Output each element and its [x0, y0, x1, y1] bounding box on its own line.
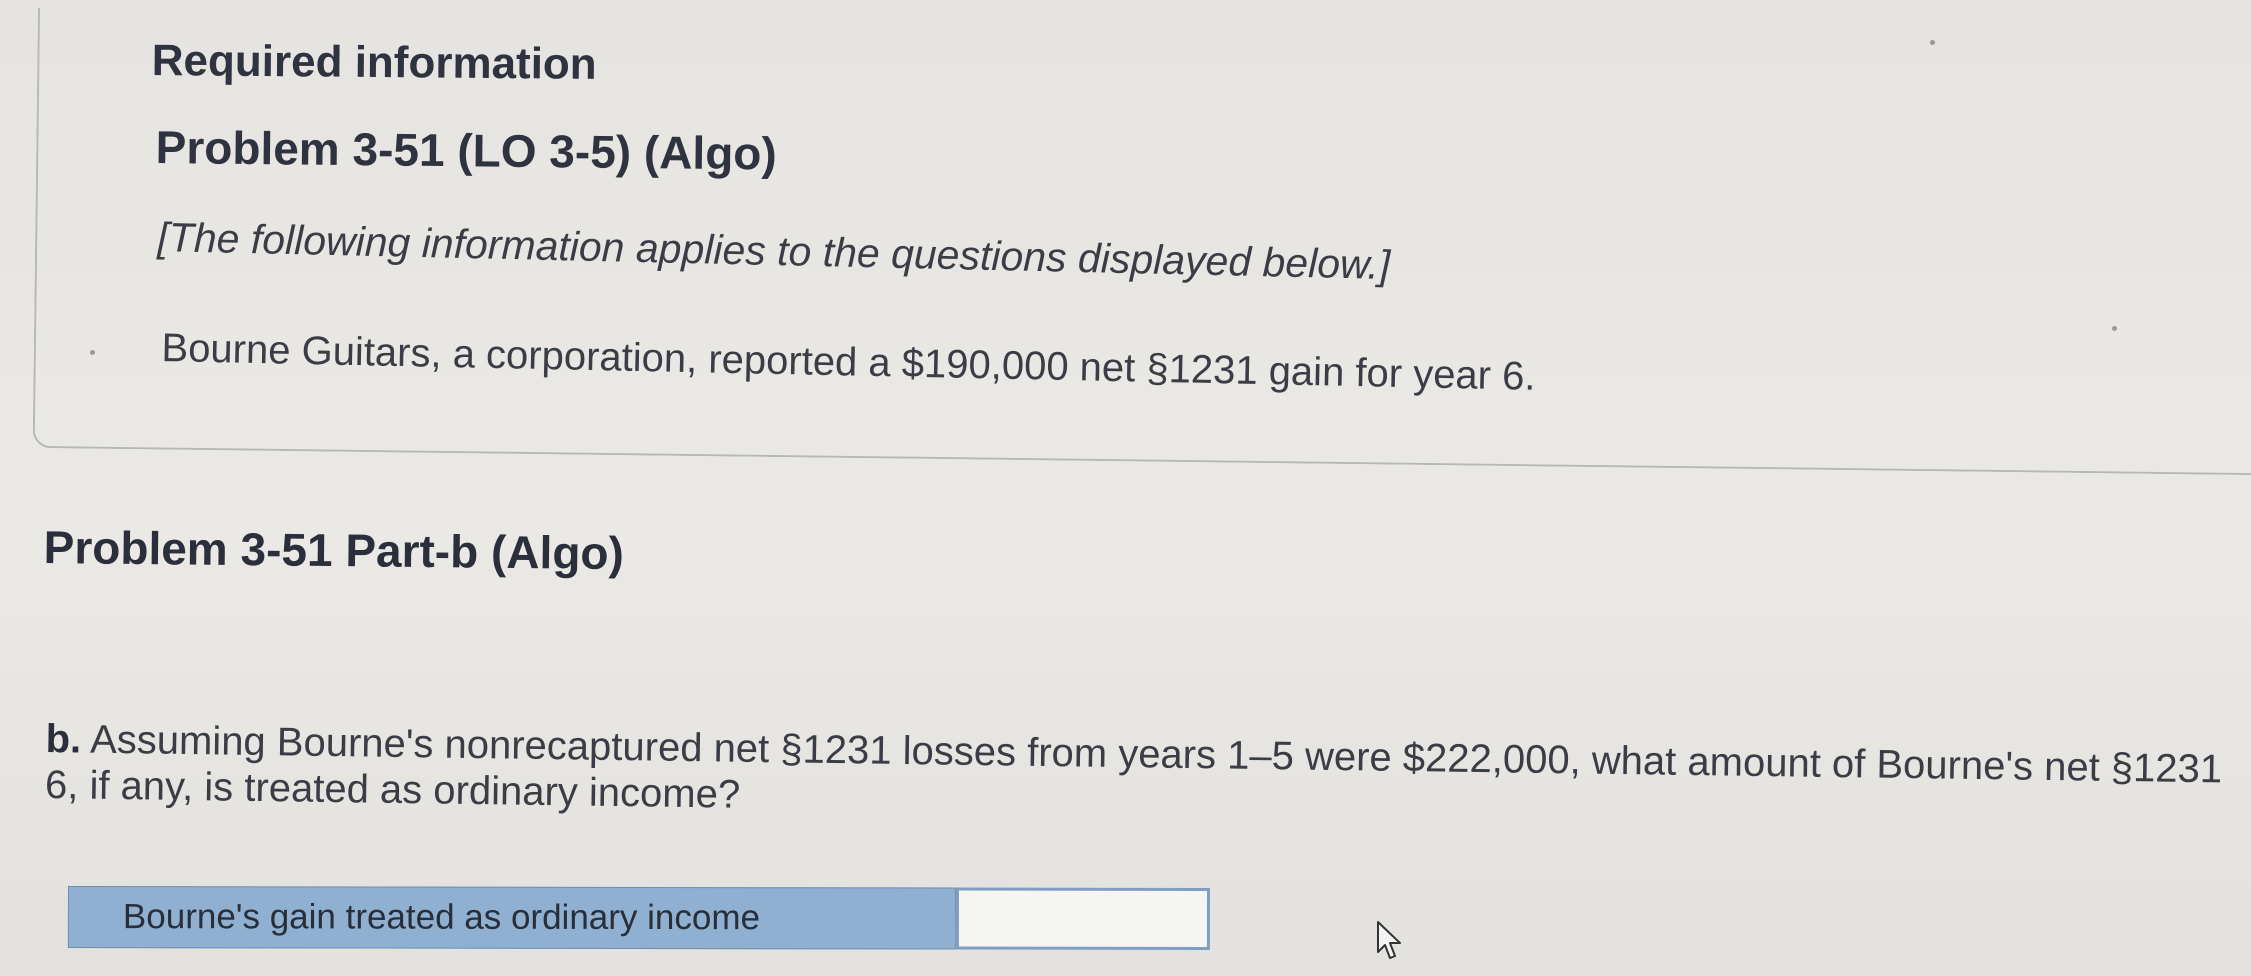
answer-row: Bourne's gain treated as ordinary income [67, 886, 1210, 952]
answer-row-label: Bourne's gain treated as ordinary income [67, 886, 956, 950]
question-text: b. Assuming Bourne's nonrecaptured net §… [45, 716, 2223, 838]
mouse-pointer-icon [1377, 921, 1401, 959]
screen-speck [2112, 326, 2117, 331]
question-label: b. [45, 716, 82, 762]
question-line-2: 6, if any, is treated as ordinary income… [44, 762, 741, 817]
screen-speck [1930, 40, 1935, 45]
screen-speck [90, 350, 95, 355]
problem-title: Problem 3-51 (LO 3-5) (Algo) [155, 120, 778, 180]
screen: Required information Problem 3-51 (LO 3-… [0, 0, 2251, 976]
part-title: Problem 3-51 Part-b (Algo) [43, 520, 625, 580]
required-information-title: Required information [151, 36, 597, 89]
ordinary-income-input[interactable] [955, 887, 1210, 950]
